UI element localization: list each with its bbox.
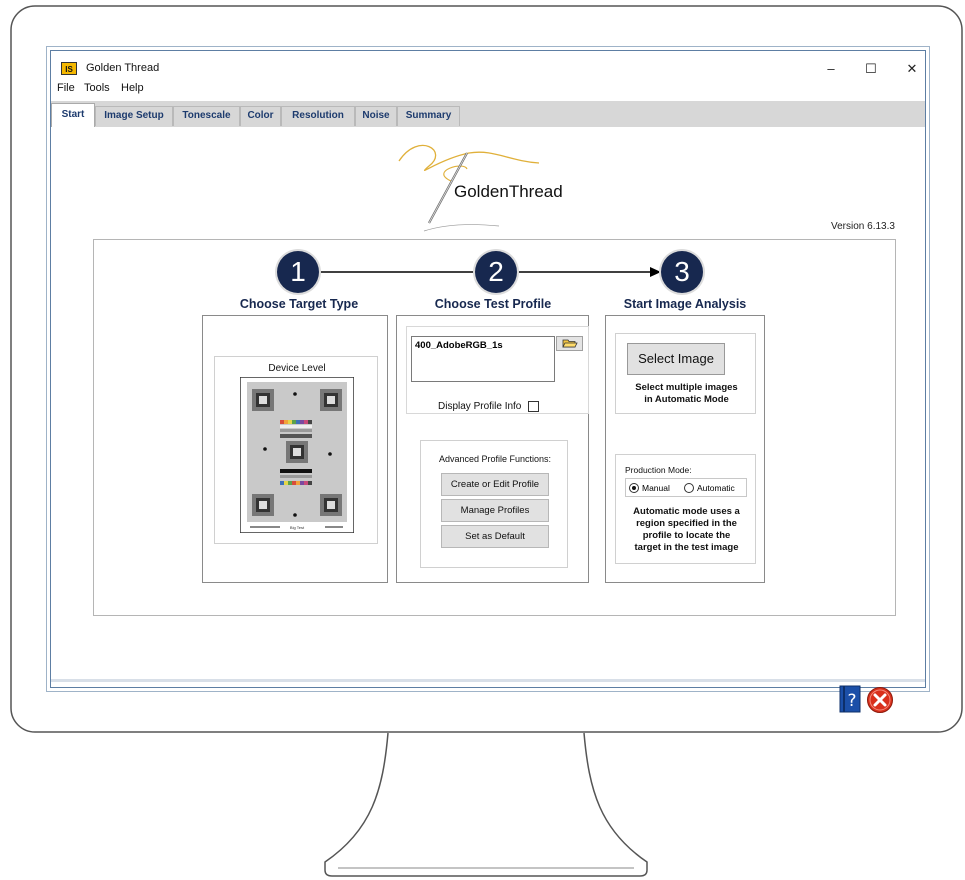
- menu-help[interactable]: Help: [121, 82, 144, 94]
- golden-thread-logo: GoldenThread: [398, 144, 563, 232]
- mode-selector: Manual Automatic: [625, 478, 747, 497]
- step-1-title: Choose Target Type: [239, 297, 359, 311]
- target-footer-text: Big Test: [290, 525, 305, 530]
- tab-resolution[interactable]: Resolution: [281, 106, 355, 126]
- profile-list-item-selected[interactable]: 400_AdobeRGB_1s: [415, 340, 503, 351]
- automatic-mode-radio[interactable]: [684, 483, 694, 493]
- display-profile-info-label: Display Profile Info: [438, 401, 522, 412]
- version-label: Version 6.13.3: [831, 221, 895, 232]
- app-window: IS Golden Thread – ☐ ✕ File Tools Help S…: [46, 46, 930, 713]
- manage-profiles-button[interactable]: Manage Profiles: [441, 499, 549, 522]
- target-type-panel: Device Level Big Test: [202, 315, 388, 583]
- minimize-button[interactable]: –: [819, 59, 843, 79]
- svg-text:?: ?: [847, 691, 856, 711]
- step-3-badge: 3: [661, 251, 703, 293]
- step-2-badge: 2: [475, 251, 517, 293]
- browse-profile-button[interactable]: [556, 336, 583, 351]
- step-3-title: Start Image Analysis: [623, 297, 747, 311]
- tab-summary[interactable]: Summary: [397, 106, 460, 126]
- device-level-target-image: Big Test: [240, 377, 354, 533]
- image-analysis-panel: Select Image Select multiple images in A…: [605, 315, 765, 583]
- tab-start[interactable]: Start: [51, 103, 95, 127]
- manual-mode-radio[interactable]: [629, 483, 639, 493]
- production-mode-label: Production Mode:: [625, 465, 692, 475]
- auto-note-line1: Automatic mode uses a: [633, 506, 740, 517]
- test-profile-panel: 400_AdobeRGB_1s Display Profile Info Adv…: [396, 315, 589, 583]
- start-tab-content: GoldenThread Version 6.13.3 1 2 3 Choose…: [51, 127, 925, 713]
- advanced-functions-title: Advanced Profile Functions:: [438, 454, 552, 464]
- folder-open-icon: [562, 339, 578, 348]
- target-label: Device Level: [268, 363, 326, 374]
- step-2-title: Choose Test Profile: [434, 297, 552, 311]
- window-title: Golden Thread: [86, 62, 160, 74]
- display-profile-info-checkbox[interactable]: [528, 401, 539, 412]
- manual-mode-label[interactable]: Manual: [642, 483, 670, 493]
- menu-bar: File Tools Help: [55, 81, 923, 97]
- workflow-panel: 1 2 3 Choose Target Type Choose Test Pro…: [93, 239, 896, 616]
- tab-strip: Start Image Setup Tonescale Color Resolu…: [51, 101, 925, 128]
- maximize-button[interactable]: ☐: [859, 59, 883, 79]
- tab-noise[interactable]: Noise: [355, 106, 397, 126]
- logo-text: GoldenThread: [454, 182, 563, 201]
- profile-list[interactable]: 400_AdobeRGB_1s: [411, 336, 555, 382]
- tab-image-setup[interactable]: Image Setup: [95, 106, 173, 126]
- app-logo-icon: IS: [61, 62, 77, 75]
- exit-x-icon[interactable]: [866, 686, 894, 714]
- help-book-icon[interactable]: ?: [839, 685, 861, 713]
- close-button[interactable]: ✕: [900, 59, 924, 79]
- select-image-group: Select Image Select multiple images in A…: [615, 333, 756, 414]
- auto-note-line2: region specified in the: [636, 518, 737, 529]
- auto-note-line3: profile to locate the: [642, 530, 731, 541]
- select-hint-line1: Select multiple images: [635, 382, 738, 393]
- create-edit-profile-button[interactable]: Create or Edit Profile: [441, 473, 549, 496]
- advanced-functions-group: Advanced Profile Functions: Create or Ed…: [420, 440, 568, 568]
- select-image-button[interactable]: Select Image: [627, 343, 725, 375]
- production-mode-group: Production Mode: Manual Automatic Automa…: [615, 454, 756, 564]
- select-hint-line2: in Automatic Mode: [644, 394, 729, 405]
- tab-color[interactable]: Color: [240, 106, 281, 126]
- title-bar[interactable]: IS Golden Thread – ☐ ✕: [55, 59, 925, 77]
- set-as-default-button[interactable]: Set as Default: [441, 525, 549, 548]
- auto-note-line4: target in the test image: [634, 542, 739, 553]
- menu-tools[interactable]: Tools: [84, 82, 110, 94]
- tab-tonescale[interactable]: Tonescale: [173, 106, 240, 126]
- status-strip: [51, 679, 925, 682]
- target-card[interactable]: Device Level Big Test: [214, 356, 378, 544]
- menu-file[interactable]: File: [57, 82, 75, 94]
- automatic-mode-label[interactable]: Automatic: [697, 483, 735, 493]
- step-1-badge: 1: [277, 251, 319, 293]
